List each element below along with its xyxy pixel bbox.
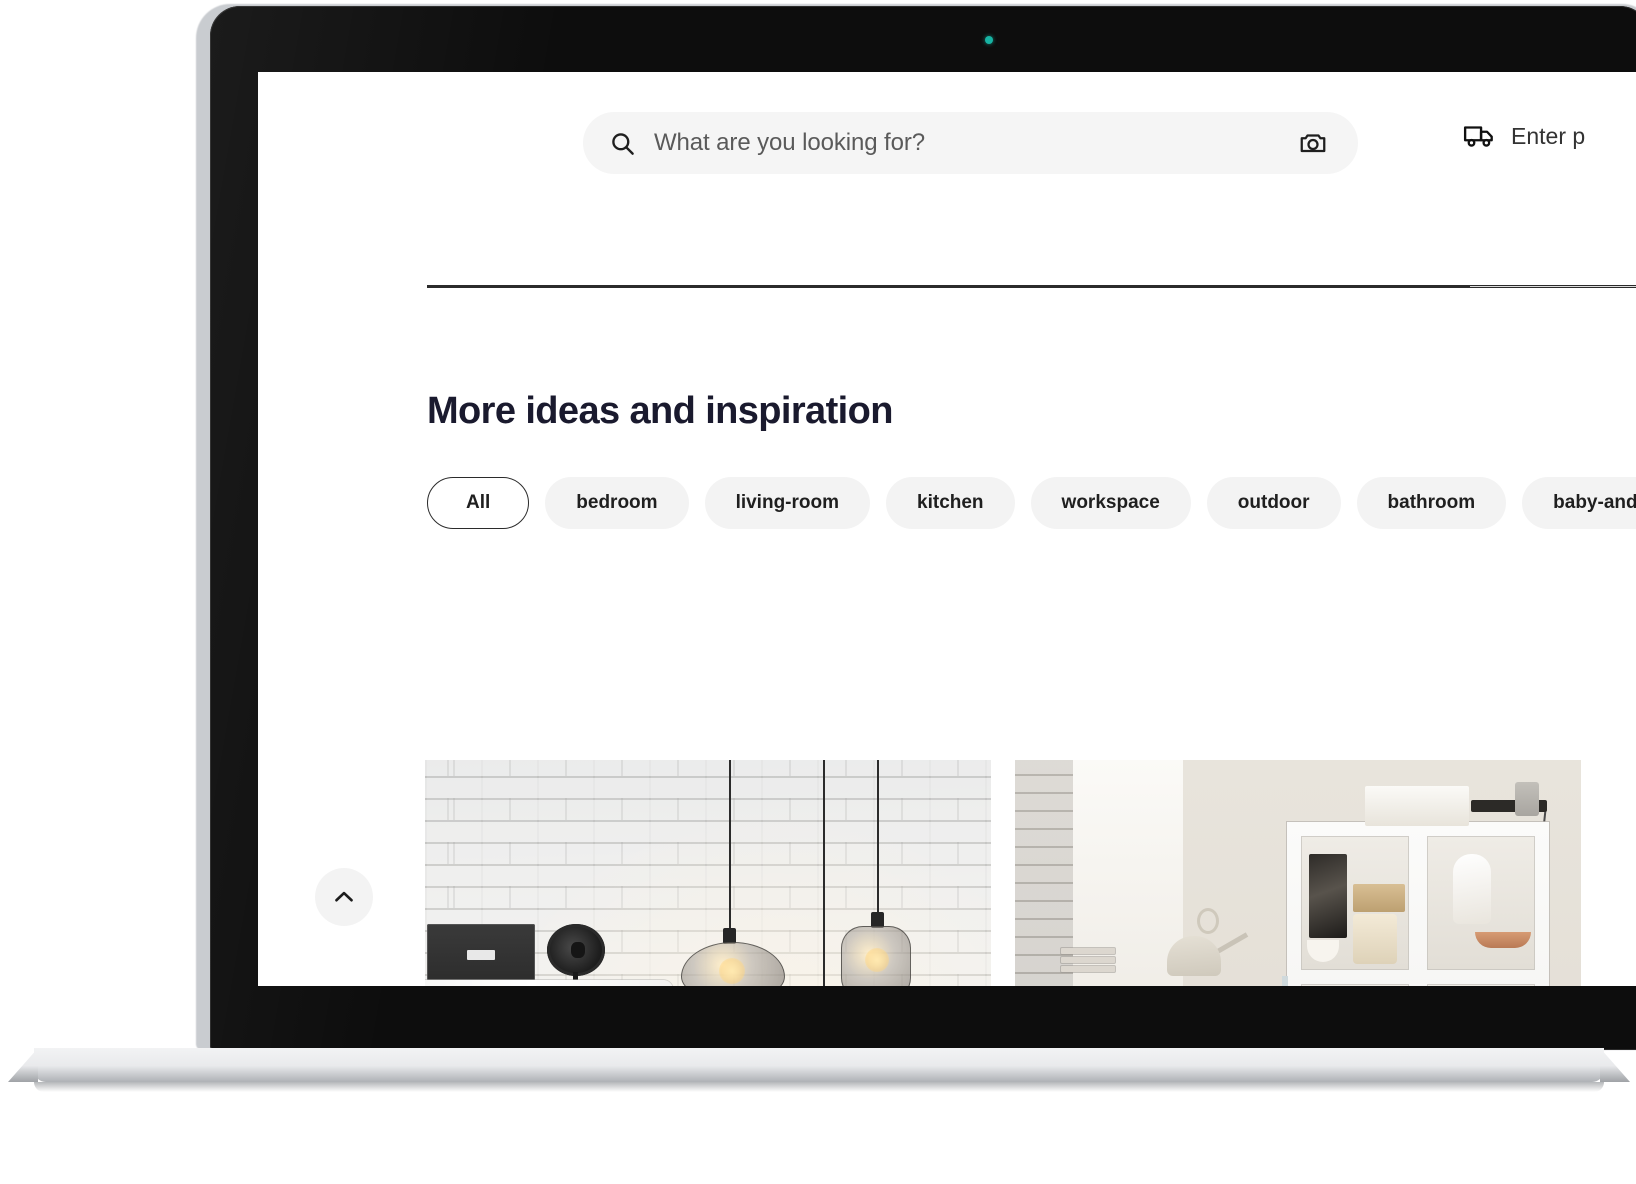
bedroom-photo xyxy=(425,760,991,986)
desk-fan xyxy=(547,924,609,986)
terracotta-plate xyxy=(1475,932,1531,948)
storage-box-top xyxy=(1365,786,1469,826)
delivery-postal-code[interactable]: Enter p xyxy=(1463,122,1585,150)
white-wardrobe xyxy=(425,980,673,986)
chip-outdoor[interactable]: outdoor xyxy=(1206,477,1341,529)
page-title: More ideas and inspiration xyxy=(427,390,893,432)
bedroom-inspiration-tile[interactable] xyxy=(425,760,991,986)
stacked-books xyxy=(1061,948,1115,982)
grey-candle-top xyxy=(1515,782,1539,816)
search-input[interactable] xyxy=(654,129,1294,157)
pendant-cord-3 xyxy=(877,760,879,914)
chip-workspace[interactable]: workspace xyxy=(1030,477,1191,529)
pendant-cord-2 xyxy=(823,760,825,986)
book xyxy=(1061,966,1115,972)
web-page: Enter p More ideas and inspiration All b… xyxy=(258,72,1636,986)
book xyxy=(1061,948,1115,954)
chip-bedroom[interactable]: bedroom xyxy=(545,477,689,529)
cream-canister xyxy=(1353,914,1397,964)
cube-shelf-unit xyxy=(1287,782,1549,986)
search-icon xyxy=(609,130,636,157)
shelf-cell xyxy=(1427,984,1535,986)
camera-icon xyxy=(1298,128,1328,158)
pendant-cord-1 xyxy=(729,760,731,930)
black-storage-box xyxy=(427,924,535,986)
wooden-tray xyxy=(1353,884,1405,912)
header-divider-tail xyxy=(1470,286,1636,287)
fan-blade xyxy=(571,942,585,958)
scroll-to-top-button[interactable] xyxy=(315,868,373,926)
desk-lamp-shade xyxy=(1167,936,1221,976)
search-bar[interactable] xyxy=(583,112,1358,174)
pendant-bulb-1 xyxy=(719,958,745,984)
screenshot-stage: Enter p More ideas and inspiration All b… xyxy=(0,0,1636,1184)
category-filter-chips: All bedroom living-room kitchen workspac… xyxy=(427,477,1636,529)
laptop-base xyxy=(34,1048,1604,1082)
workspace-inspiration-tile[interactable] xyxy=(1015,760,1581,986)
chip-kitchen[interactable]: kitchen xyxy=(886,477,1015,529)
pendant-bulb-3 xyxy=(865,948,889,972)
shelf-cell xyxy=(1301,984,1409,986)
delivery-truck-icon xyxy=(1463,122,1497,150)
chevron-up-icon xyxy=(331,884,357,910)
workspace-photo xyxy=(1015,760,1581,986)
chip-living-room[interactable]: living-room xyxy=(704,477,871,529)
framed-art xyxy=(1309,854,1347,938)
delivery-label: Enter p xyxy=(1511,122,1586,149)
site-header: Enter p xyxy=(258,72,1636,288)
visual-search-button[interactable] xyxy=(1294,124,1332,162)
header-divider xyxy=(427,285,1636,288)
chip-all[interactable]: All xyxy=(427,477,530,529)
book xyxy=(1061,957,1115,963)
laptop-screen: Enter p More ideas and inspiration All b… xyxy=(258,72,1636,986)
chip-bathroom[interactable]: bathroom xyxy=(1356,477,1507,529)
webcam-indicator-dot xyxy=(985,36,993,44)
desk-lamp-loop xyxy=(1197,908,1219,934)
laptop-base-shadow xyxy=(34,1082,1604,1092)
white-mitten xyxy=(1453,854,1491,924)
inspiration-gallery xyxy=(425,760,1636,986)
chip-baby-and-children[interactable]: baby-and-ch xyxy=(1522,477,1636,529)
